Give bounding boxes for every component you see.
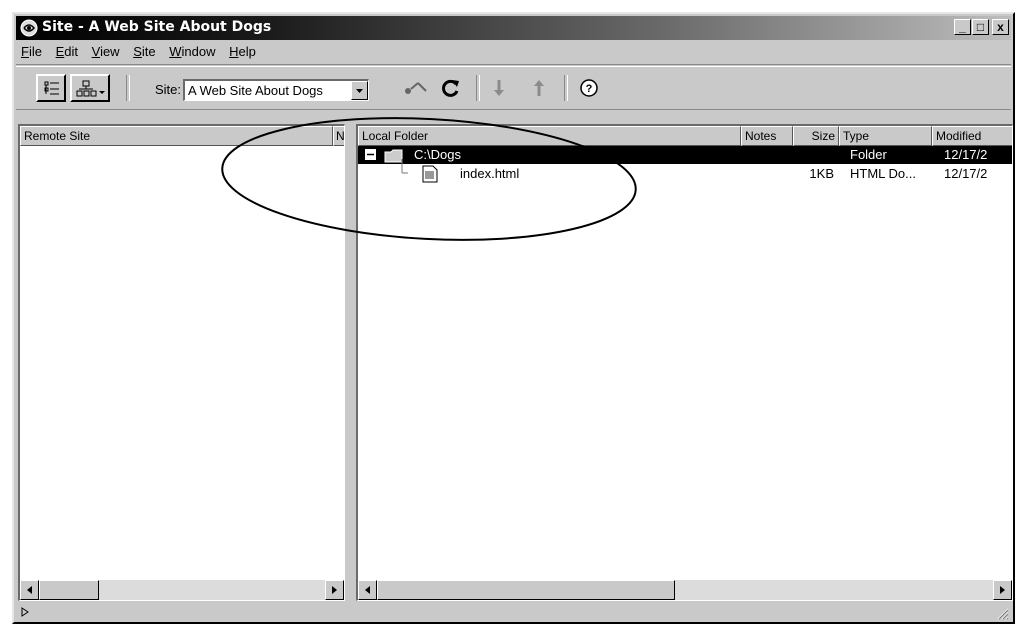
local-horizontal-scrollbar[interactable]	[358, 580, 1012, 600]
minimize-button[interactable]: _	[954, 19, 971, 35]
help-icon[interactable]: ?	[578, 77, 600, 99]
menu-edit[interactable]: Edit	[51, 42, 83, 59]
chevron-left-icon	[365, 586, 370, 594]
tree-connector	[401, 159, 408, 174]
notes-column-header[interactable]: Notes	[741, 126, 793, 146]
menu-file[interactable]: File	[16, 42, 47, 59]
chevron-down-icon	[356, 89, 363, 93]
menu-bar: File Edit View Site Window Help	[16, 42, 1011, 65]
window-title: Site - A Web Site About Dogs	[42, 19, 272, 35]
resize-grip-icon[interactable]	[995, 606, 1009, 620]
site-select[interactable]: A Web Site About Dogs	[183, 79, 369, 101]
chevron-left-icon	[27, 586, 32, 594]
close-icon: x	[997, 20, 1004, 34]
site-select-dropdown-button[interactable]	[351, 81, 368, 100]
site-map-icon	[76, 80, 105, 97]
app-window: Site - A Web Site About Dogs _ □ x File …	[12, 12, 1015, 624]
put-icon[interactable]	[528, 77, 550, 99]
row-name: index.html	[460, 166, 520, 181]
close-button[interactable]: x	[992, 19, 1009, 35]
row-modified: 12/17/2	[944, 166, 988, 181]
row-type: Folder	[850, 147, 887, 162]
remote-next-column-header[interactable]: N	[333, 126, 344, 146]
site-label: Site:	[155, 82, 182, 97]
menu-site[interactable]: Site	[128, 42, 160, 59]
modified-column-header[interactable]: Modified	[932, 126, 1012, 146]
svg-text:?: ?	[586, 83, 593, 95]
chevron-right-icon	[1000, 586, 1005, 594]
scroll-right-button[interactable]	[325, 580, 344, 600]
maximize-button[interactable]: □	[972, 19, 989, 35]
scroll-thumb[interactable]	[377, 580, 675, 600]
row-name: C:\Dogs	[414, 147, 461, 162]
scroll-left-button[interactable]	[20, 580, 39, 600]
status-bar	[16, 602, 1011, 622]
get-icon[interactable]	[488, 77, 510, 99]
dreamweaver-app-icon	[20, 19, 38, 37]
minimize-icon: _	[959, 20, 966, 34]
maximize-icon: □	[976, 20, 985, 34]
remote-site-header[interactable]: Remote Site	[20, 126, 333, 146]
size-column-header[interactable]: Size	[793, 126, 839, 146]
menu-view[interactable]: View	[87, 42, 125, 59]
menu-help[interactable]: Help	[224, 42, 261, 59]
scroll-left-button[interactable]	[358, 580, 377, 600]
file-row-folder[interactable]: C:\Dogs Folder 12/17/2	[358, 146, 1012, 164]
row-modified: 12/17/2	[944, 147, 988, 162]
local-folder-pane[interactable]: Local Folder Notes Size Type Modified C:…	[356, 124, 1013, 601]
file-row-index[interactable]: index.html 1KB HTML Do... 12/17/2	[358, 159, 1012, 183]
type-column-header[interactable]: Type	[839, 126, 932, 146]
toolbar: Site: A Web Site About Dogs ?	[16, 66, 1011, 110]
site-files-button[interactable]	[36, 74, 66, 102]
refresh-icon[interactable]	[440, 77, 462, 99]
row-size: 1KB	[809, 166, 834, 181]
title-bar[interactable]: Site - A Web Site About Dogs _ □ x	[16, 16, 1011, 40]
remote-horizontal-scrollbar[interactable]	[20, 580, 344, 600]
html-file-icon	[422, 165, 438, 183]
expand-panel-icon[interactable]	[20, 607, 30, 617]
site-files-icon	[44, 81, 59, 95]
local-folder-header[interactable]: Local Folder	[358, 126, 741, 146]
menu-window[interactable]: Window	[164, 42, 220, 59]
site-map-button[interactable]	[70, 74, 110, 102]
chevron-right-icon	[332, 586, 337, 594]
toolbar-separator	[564, 75, 568, 101]
toolbar-separator	[476, 75, 480, 101]
scroll-right-button[interactable]	[993, 580, 1012, 600]
toolbar-separator	[126, 75, 130, 101]
scroll-thumb[interactable]	[39, 580, 99, 600]
site-select-value: A Web Site About Dogs	[188, 83, 323, 98]
row-type: HTML Do...	[850, 166, 916, 181]
connect-icon[interactable]	[402, 77, 430, 99]
remote-site-pane[interactable]: Remote Site N	[18, 124, 345, 601]
